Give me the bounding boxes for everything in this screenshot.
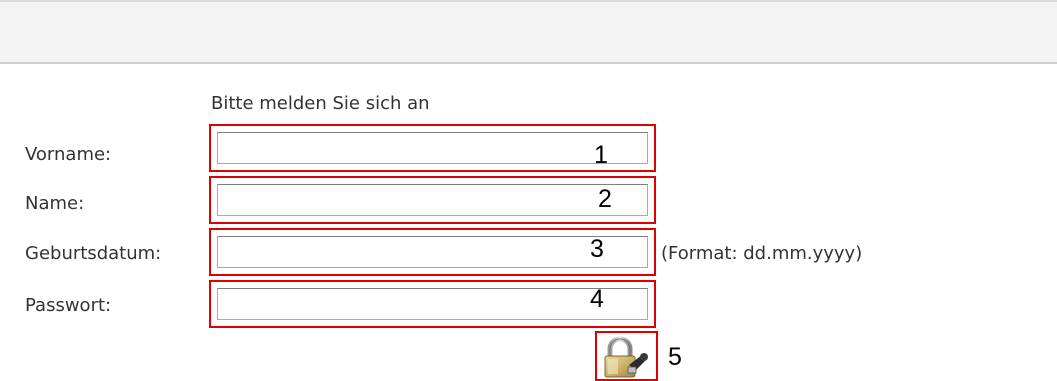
- first-name-highlight: [209, 124, 656, 172]
- padlock-key-icon: [604, 336, 648, 378]
- first-name-label: Vorname:: [25, 144, 112, 165]
- marker-2: 2: [598, 185, 612, 213]
- marker-5: 5: [668, 343, 682, 371]
- birthdate-format-hint: (Format: dd.mm.yyyy): [661, 243, 863, 264]
- password-input[interactable]: [217, 288, 648, 320]
- marker-3: 3: [590, 235, 604, 263]
- form-heading: Bitte melden Sie sich an: [211, 93, 430, 114]
- birthdate-highlight: [209, 228, 656, 276]
- marker-4: 4: [590, 285, 604, 313]
- birthdate-input[interactable]: [217, 236, 648, 268]
- first-name-input[interactable]: [217, 132, 648, 164]
- last-name-highlight: [209, 176, 656, 224]
- marker-1: 1: [594, 141, 608, 169]
- password-label: Passwort:: [25, 295, 112, 316]
- top-band: [0, 0, 1057, 64]
- password-highlight: [209, 280, 656, 328]
- last-name-label: Name:: [25, 193, 85, 214]
- last-name-input[interactable]: [217, 184, 648, 216]
- login-button[interactable]: [595, 331, 658, 381]
- birthdate-label: Geburtsdatum:: [25, 243, 162, 264]
